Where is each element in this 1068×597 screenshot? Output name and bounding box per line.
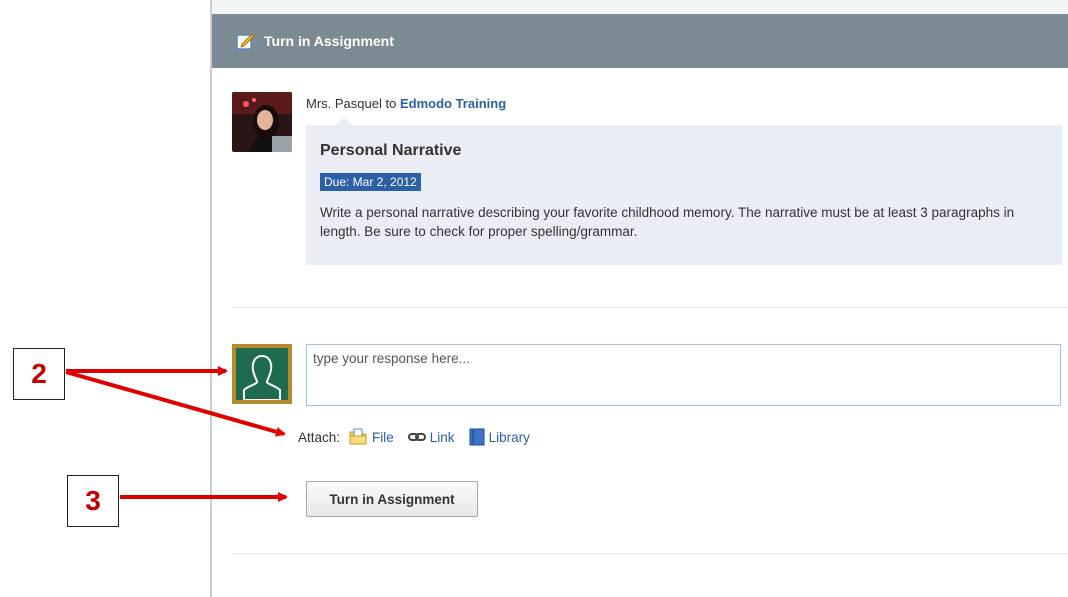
callout-2-box: 2 (13, 348, 65, 400)
attach-link-button[interactable]: Link (407, 429, 455, 445)
assignment-title: Personal Narrative (320, 142, 462, 159)
turn-in-assignment-button[interactable]: Turn in Assignment (306, 481, 478, 517)
file-icon (348, 428, 368, 446)
bottom-divider (232, 553, 1068, 554)
attach-library-button[interactable]: Library (469, 428, 530, 446)
response-input[interactable] (306, 344, 1061, 406)
section-divider (232, 307, 1068, 308)
user-silhouette-icon (236, 348, 288, 401)
attach-library-label: Library (488, 429, 530, 445)
callout-3-box: 3 (67, 475, 119, 527)
attach-file-label: File (372, 429, 394, 445)
library-icon (469, 428, 485, 446)
attach-link-label: Link (429, 429, 455, 445)
student-avatar (232, 344, 292, 404)
panel-title: Turn in Assignment (264, 33, 394, 49)
assignment-card: Personal Narrative Due: Mar 2, 2012 Writ… (306, 117, 1062, 265)
post-byline: Mrs. Pasquel to Edmodo Training (306, 96, 506, 111)
link-icon (407, 431, 426, 443)
byline-connector: to (385, 96, 397, 111)
assignment-description: Write a personal narrative describing yo… (320, 205, 1015, 239)
assignment-panel: Turn in Assignment Mrs. Pasquel to Edmod… (210, 0, 1068, 597)
teacher-avatar[interactable] (232, 92, 292, 152)
due-date-badge: Due: Mar 2, 2012 (320, 173, 421, 191)
panel-header: Turn in Assignment (212, 14, 1068, 68)
attach-row: Attach: File Link Library (298, 428, 544, 446)
panel-top-strip (212, 0, 1068, 14)
pencil-note-icon (236, 32, 256, 50)
author-name: Mrs. Pasquel (306, 96, 382, 111)
attach-label: Attach: (298, 429, 341, 445)
group-link[interactable]: Edmodo Training (400, 96, 506, 111)
card-caret (336, 117, 352, 125)
attach-file-button[interactable]: File (348, 428, 394, 446)
